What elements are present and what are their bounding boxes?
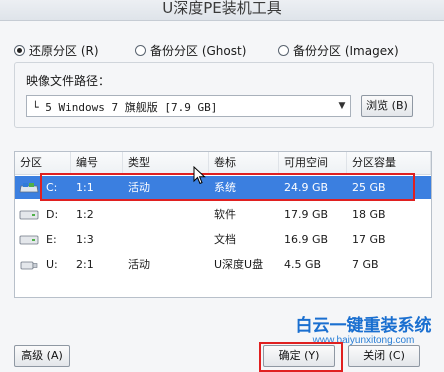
cell-label: 软件 [214, 208, 236, 221]
table-row[interactable]: D: 1:2 软件 17.9 GB 18 GB [15, 203, 431, 226]
cell-drive: E: [46, 233, 57, 246]
hard-disk-icon [19, 210, 39, 220]
cell-capacity: 17 GB [352, 233, 386, 246]
cell-free: 17.9 GB [284, 208, 329, 221]
window-title: U深度PE装机工具 [162, 0, 282, 16]
ok-button[interactable]: 确定 (Y) [263, 345, 335, 367]
cell-label: 系统 [214, 181, 236, 194]
table-row[interactable]: C: 1:1 活动 系统 24.9 GB 25 GB [15, 176, 431, 199]
cell-free: 24.9 GB [284, 181, 329, 194]
column-header-capacity[interactable]: 分区容量 [347, 152, 431, 174]
cell-type: 活动 [128, 258, 150, 271]
column-header-number[interactable]: 编号 [71, 152, 123, 174]
partition-table: 分区 编号 类型 卷标 可用空间 分区容量 C: 1:1 活动 系统 24.9 … [14, 151, 432, 298]
cell-drive: C: [46, 181, 58, 194]
cell-drive: D: [46, 208, 59, 221]
radio-dot-icon [135, 44, 146, 56]
table-row[interactable]: E: 1:3 文档 16.9 GB 17 GB [15, 228, 431, 251]
close-button[interactable]: 关闭 (C) [348, 345, 420, 367]
radio-restore-partition[interactable]: 还原分区 (R) [14, 42, 99, 58]
usb-disk-icon [20, 261, 38, 270]
image-path-select[interactable]: └ 5 Windows 7 旗舰版 [7.9 GB] ▼ [26, 95, 351, 117]
table-row[interactable]: U: 2:1 活动 U深度U盘 4.5 GB 7 GB [15, 253, 431, 276]
radio-restore-label: 还原分区 (R) [29, 43, 99, 58]
cell-drive: U: [46, 258, 58, 271]
cell-label: U深度U盘 [214, 258, 264, 271]
column-header-partition[interactable]: 分区 [15, 152, 71, 174]
radio-ghost-label: 备份分区 (Ghost) [150, 43, 247, 58]
cell-number: 1:3 [76, 233, 94, 246]
cell-capacity: 18 GB [352, 208, 386, 221]
radio-dot-icon [14, 44, 25, 56]
column-header-label[interactable]: 卷标 [209, 152, 279, 174]
radio-imagex-label: 备份分区 (Imagex) [293, 43, 399, 58]
chevron-down-icon[interactable]: ▼ [334, 96, 350, 116]
image-path-label: 映像文件路径： [26, 74, 111, 88]
cell-number: 2:1 [76, 258, 94, 271]
cell-type: 活动 [128, 181, 150, 194]
radio-dot-icon [278, 44, 289, 56]
table-header: 分区 编号 类型 卷标 可用空间 分区容量 [15, 152, 431, 175]
system-disk-icon [19, 183, 39, 193]
browse-button[interactable]: 浏览 (B) [361, 95, 413, 117]
cell-label: 文档 [214, 233, 236, 246]
title-bar: U深度PE装机工具 [0, 0, 444, 21]
hard-disk-icon [19, 235, 39, 245]
watermark-title: 白云一键重装系统 [295, 316, 432, 336]
advanced-button[interactable]: 高级 (A) [14, 345, 70, 367]
cell-free: 16.9 GB [284, 233, 329, 246]
cell-capacity: 7 GB [352, 258, 379, 271]
mouse-pointer-icon [193, 166, 206, 185]
image-path-value: └ 5 Windows 7 旗舰版 [7.9 GB] [32, 101, 218, 114]
cell-free: 4.5 GB [284, 258, 322, 271]
radio-backup-ghost[interactable]: 备份分区 (Ghost) [135, 42, 246, 58]
column-header-free-space[interactable]: 可用空间 [279, 152, 347, 174]
cell-number: 1:1 [76, 181, 94, 194]
cell-capacity: 25 GB [352, 181, 386, 194]
radio-backup-imagex[interactable]: 备份分区 (Imagex) [278, 42, 399, 58]
cell-number: 1:2 [76, 208, 94, 221]
